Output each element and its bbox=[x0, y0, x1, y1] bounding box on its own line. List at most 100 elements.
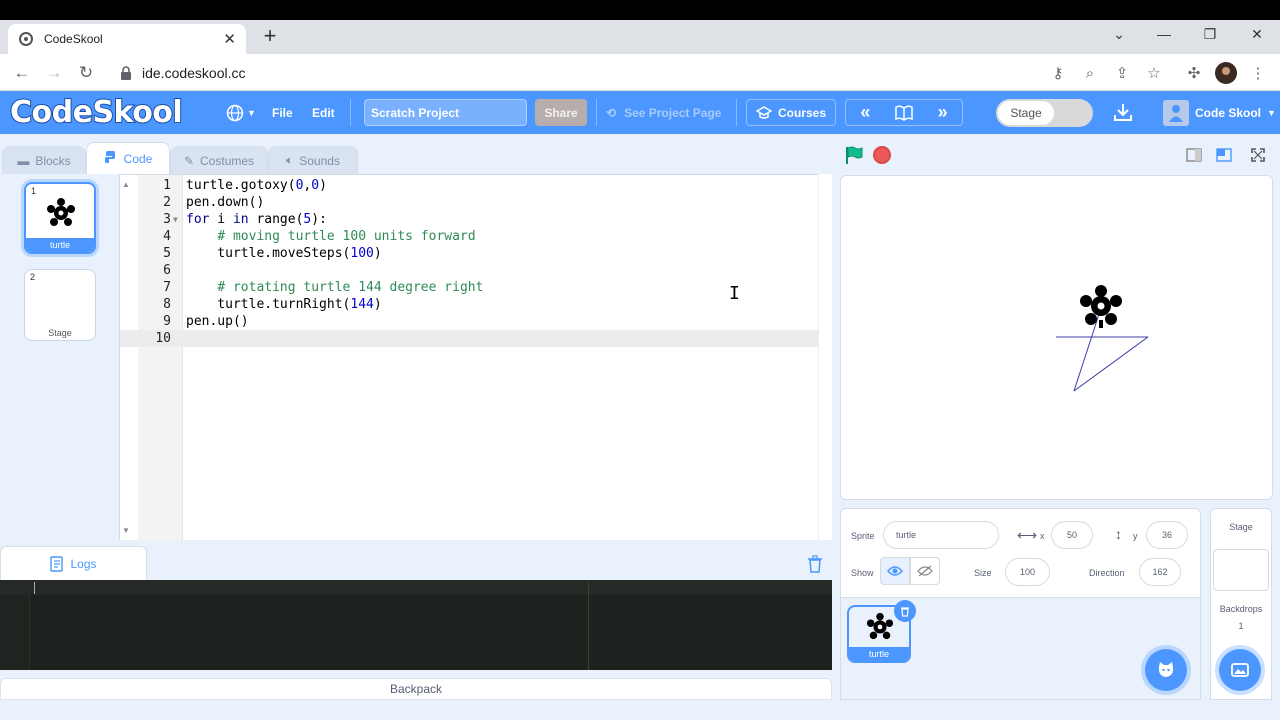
close-tab-icon[interactable]: ✕ bbox=[223, 30, 236, 48]
back-icon[interactable]: ← bbox=[10, 61, 34, 85]
restore-icon[interactable]: ❐ bbox=[1198, 26, 1222, 43]
file-menu[interactable]: File bbox=[272, 91, 293, 134]
show-visible-button[interactable] bbox=[880, 557, 910, 585]
sprite-card-stage[interactable]: 2 Stage bbox=[24, 269, 96, 341]
size-input[interactable]: 100 bbox=[1005, 558, 1050, 586]
backpack-bar[interactable]: Backpack bbox=[0, 678, 832, 700]
sprite-card-turtle[interactable]: 1 turtle bbox=[24, 182, 96, 254]
download-icon[interactable] bbox=[1112, 101, 1134, 123]
browser-tab[interactable]: CodeSkool ✕ bbox=[8, 24, 246, 54]
code-line: 8 turtle.turnRight(144) bbox=[163, 297, 382, 312]
share-button[interactable]: Share bbox=[535, 99, 587, 126]
sprite-name-input[interactable]: turtle bbox=[883, 521, 999, 549]
pen-trail bbox=[1056, 304, 1149, 392]
size-label: Size bbox=[974, 568, 992, 578]
project-title-input[interactable]: Scratch Project bbox=[364, 99, 527, 126]
edit-menu[interactable]: Edit bbox=[312, 91, 335, 134]
console-divider bbox=[588, 580, 589, 670]
remix-icon: ⟲ bbox=[606, 105, 617, 120]
tab-costumes[interactable]: ✎ Costumes bbox=[170, 146, 268, 174]
sprite-thumbnail-label: turtle bbox=[849, 647, 909, 661]
code-line: 4 # moving turtle 100 units forward bbox=[163, 229, 476, 244]
reload-icon[interactable]: ↻ bbox=[74, 61, 98, 85]
log-console[interactable] bbox=[0, 580, 832, 670]
editor-tabs: ▬ Blocks Code ✎ Costumes 🔈︎ Sounds bbox=[0, 134, 832, 174]
fullscreen-icon[interactable] bbox=[1247, 145, 1269, 165]
app-menubar: CodeSkool ▼ File Edit Scratch Project Sh… bbox=[0, 91, 1280, 134]
tab-blocks-label: Blocks bbox=[35, 153, 71, 168]
forward-icon[interactable]: → bbox=[42, 61, 66, 85]
y-input[interactable]: 36 bbox=[1146, 521, 1188, 549]
code-line: 3 ▼ for i in range(5): bbox=[163, 211, 327, 228]
delete-sprite-trash-icon[interactable] bbox=[894, 600, 916, 622]
stage-toggle[interactable]: Stage bbox=[996, 99, 1093, 127]
url-field[interactable]: ide.codeskool.cc bbox=[110, 59, 1170, 87]
eye-icon bbox=[887, 566, 903, 576]
minimize-icon[interactable]: — bbox=[1152, 26, 1176, 42]
direction-label: Direction bbox=[1089, 568, 1125, 578]
courses-button[interactable]: Courses bbox=[746, 99, 836, 126]
browser-menu-icon[interactable]: ⋮ bbox=[1247, 62, 1269, 84]
stage-toggle-label: Stage bbox=[998, 101, 1054, 125]
logs-tab[interactable]: Logs bbox=[0, 546, 147, 580]
stage-thumbnail bbox=[1213, 549, 1269, 591]
sprite-number: 2 bbox=[30, 272, 36, 282]
clear-logs-trash-icon[interactable] bbox=[805, 554, 825, 574]
profile-avatar[interactable] bbox=[1215, 62, 1237, 84]
previous-lesson-button[interactable]: « bbox=[846, 100, 885, 125]
eye-slash-icon bbox=[917, 565, 933, 577]
large-stage-icon[interactable] bbox=[1213, 145, 1235, 165]
direction-input[interactable]: 162 bbox=[1139, 558, 1181, 586]
extensions-icon[interactable]: ✣ bbox=[1183, 62, 1205, 84]
blocks-icon: ▬ bbox=[17, 153, 30, 168]
sprite-list: 1 turtle 2 Stage bbox=[0, 174, 120, 540]
turtle-sprite[interactable] bbox=[1080, 285, 1122, 328]
stop-icon[interactable] bbox=[873, 146, 891, 164]
next-lesson-button[interactable]: » bbox=[923, 100, 962, 125]
brush-icon: ✎ bbox=[183, 153, 195, 168]
book-icon[interactable] bbox=[885, 100, 924, 125]
see-project-page-label: See Project Page bbox=[624, 105, 722, 120]
sprite-card-label: Stage bbox=[48, 328, 72, 338]
stage-canvas[interactable] bbox=[840, 175, 1273, 500]
code-editor[interactable]: 1 turtle.gotoxy(0,0) 2 pen.down() 3 ▼ for i … bbox=[120, 174, 832, 541]
small-stage-icon[interactable] bbox=[1183, 145, 1205, 165]
tab-search-icon[interactable]: ⌄ bbox=[1107, 26, 1131, 43]
codeskool-logo[interactable]: CodeSkool bbox=[9, 94, 184, 131]
user-menu[interactable]: Code Skool ▼ bbox=[1163, 91, 1276, 134]
close-window-icon[interactable]: ✕ bbox=[1245, 26, 1269, 43]
sprite-number: 1 bbox=[31, 186, 37, 196]
key-icon[interactable]: ⚷ bbox=[1047, 62, 1069, 84]
show-hidden-button[interactable] bbox=[910, 557, 940, 585]
scroll-up-icon[interactable]: ▲ bbox=[122, 180, 130, 189]
editor-scrollbar[interactable] bbox=[818, 174, 832, 540]
graduation-cap-icon bbox=[755, 105, 772, 119]
code-line: 2 pen.down() bbox=[163, 195, 265, 210]
green-flag-icon[interactable] bbox=[844, 145, 864, 165]
new-tab-icon[interactable]: + bbox=[258, 25, 282, 49]
browser-tab-title: CodeSkool bbox=[44, 32, 103, 46]
see-project-page-button[interactable]: ⟲ See Project Page bbox=[606, 91, 721, 134]
zoom-icon[interactable]: ⌕ bbox=[1079, 62, 1101, 84]
tab-sounds[interactable]: 🔈︎ Sounds bbox=[268, 146, 358, 174]
tab-blocks[interactable]: ▬ Blocks bbox=[2, 146, 86, 174]
language-menu[interactable]: ▼ bbox=[226, 91, 256, 134]
x-input[interactable]: 50 bbox=[1051, 521, 1093, 549]
add-sprite-cat-icon[interactable] bbox=[1145, 649, 1187, 691]
tab-code[interactable]: Code bbox=[86, 142, 170, 174]
fold-arrow-icon[interactable]: ▼ bbox=[173, 211, 178, 228]
logs-tab-label: Logs bbox=[70, 556, 97, 571]
screen-top-bar bbox=[0, 0, 1280, 20]
share-page-icon[interactable]: ⇪ bbox=[1111, 62, 1133, 84]
tab-costumes-label: Costumes bbox=[200, 153, 255, 168]
console-first-row bbox=[0, 580, 832, 595]
add-backdrop-icon[interactable] bbox=[1219, 649, 1261, 691]
url-text: ide.codeskool.cc bbox=[142, 65, 246, 81]
backdrops-label: Backdrops bbox=[1219, 604, 1263, 614]
show-label: Show bbox=[851, 568, 874, 578]
text-cursor-icon: I bbox=[729, 283, 740, 304]
turtle-icon bbox=[47, 198, 75, 226]
scroll-down-icon[interactable]: ▼ bbox=[122, 526, 130, 535]
bookmark-star-icon[interactable]: ☆ bbox=[1143, 62, 1165, 84]
app-window: CodeSkool ✕ + ⌄ — ❐ ✕ ← → ↻ ide.codeskoo… bbox=[0, 0, 1280, 720]
